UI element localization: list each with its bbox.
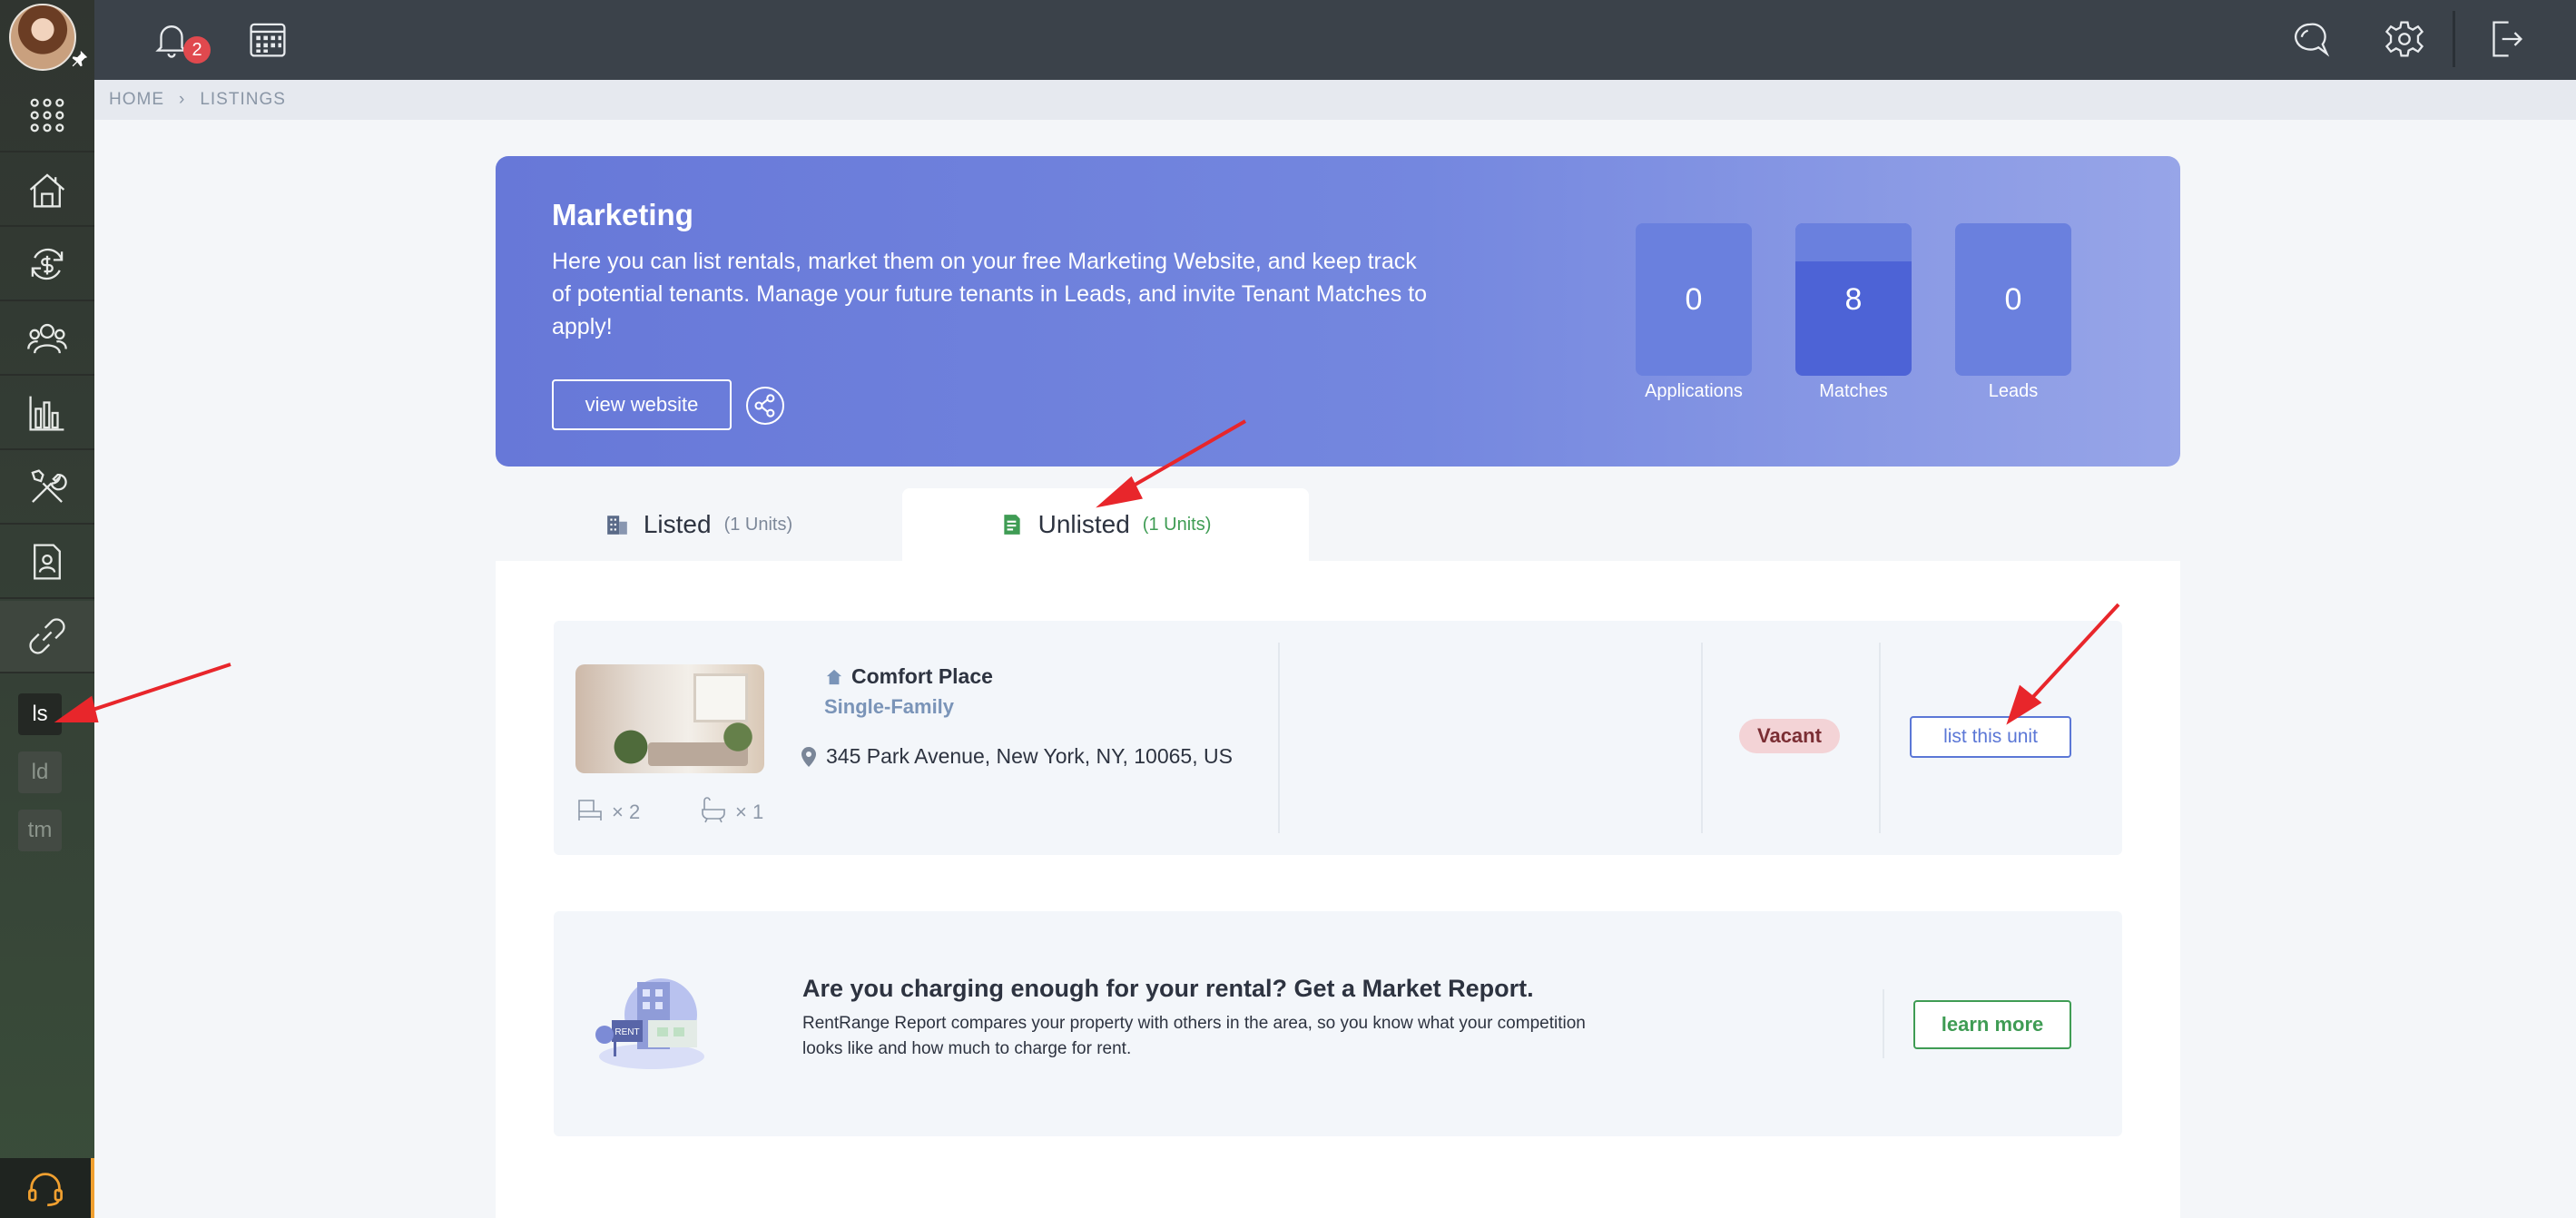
headset-icon — [28, 1173, 63, 1207]
report-description: RentRange Report compares your property … — [802, 1014, 1586, 1058]
support-button[interactable] — [0, 1158, 94, 1218]
document-icon — [1003, 515, 1020, 535]
tab-listed-count: (1 Units) — [723, 514, 793, 535]
mini-tab-ld[interactable]: ld — [18, 751, 62, 793]
mini-tab-tm[interactable]: tm — [18, 810, 62, 851]
column-divider — [1701, 643, 1703, 833]
stat-label: Applications — [1645, 381, 1743, 401]
bedrooms: × 2 — [575, 795, 640, 824]
chat-icon[interactable] — [2284, 13, 2336, 65]
settings-gear-icon[interactable] — [2378, 13, 2431, 65]
tab-unlisted[interactable]: Unlisted (1 Units) — [902, 488, 1309, 561]
stat-value: 8 — [1844, 281, 1863, 317]
banner-title: Marketing — [552, 198, 693, 231]
maintenance-icon[interactable] — [0, 452, 94, 525]
people-icon[interactable] — [0, 303, 94, 376]
property-name[interactable]: Comfort Place — [826, 664, 993, 689]
tab-listed[interactable]: Listed (1 Units) — [496, 488, 902, 561]
bed-icon — [578, 800, 602, 820]
breadcrumb-home[interactable]: HOME — [109, 90, 164, 110]
stat-leads[interactable]: 0 Leads — [1955, 223, 2071, 402]
property-type: Single-Family — [824, 695, 955, 718]
view-website-button[interactable]: view website — [552, 379, 732, 430]
apps-grid-icon[interactable] — [0, 80, 94, 152]
topbar-divider — [2453, 11, 2455, 67]
top-bar: 2 — [94, 0, 2576, 80]
report-title: Are you charging enough for your rental?… — [802, 975, 1534, 1002]
unit-photo[interactable] — [575, 664, 764, 773]
property-address-text: 345 Park Avenue, New York, NY, 10065, US — [826, 744, 1233, 768]
bathrooms: × 1 — [699, 795, 763, 824]
mini-tab-ls[interactable]: ls — [18, 693, 62, 735]
documents-icon[interactable] — [0, 526, 94, 599]
property-address: 345 Park Avenue, New York, NY, 10065, US — [801, 744, 1233, 769]
annotation-arrow-ls — [86, 663, 231, 713]
chevron-right-icon: › — [179, 90, 186, 109]
market-report-illustration: RENT — [595, 978, 704, 1069]
bedroom-count: × 2 — [612, 801, 641, 823]
calendar-icon[interactable] — [241, 13, 294, 65]
building-icon — [607, 516, 627, 535]
stat-value: 0 — [1685, 281, 1703, 317]
tab-unlisted-count: (1 Units) — [1142, 514, 1212, 535]
marketing-banner: Marketing Here you can list rentals, mar… — [496, 156, 2180, 467]
unit-card[interactable]: × 2 × 1 Comfort Place Single-Family 345 … — [554, 621, 2122, 855]
accounting-icon[interactable] — [0, 229, 94, 301]
home-icon — [826, 669, 842, 684]
reports-icon[interactable] — [0, 378, 94, 450]
banner-description: Here you can list rentals, market them o… — [552, 249, 1428, 339]
status-badge: Vacant — [1739, 719, 1840, 753]
rent-sign-text: RENT — [615, 1027, 639, 1037]
share-icon[interactable] — [746, 387, 784, 425]
breadcrumb-current: LISTINGS — [200, 90, 286, 109]
bathtub-icon — [702, 797, 725, 823]
avatar[interactable] — [9, 4, 76, 71]
stat-label: Matches — [1819, 381, 1888, 401]
location-pin-icon — [801, 746, 816, 767]
column-divider — [1883, 989, 1884, 1058]
column-divider — [1879, 643, 1881, 833]
stat-label: Leads — [1988, 381, 2039, 401]
column-divider — [1278, 643, 1280, 833]
property-name-text: Comfort Place — [851, 664, 993, 688]
stat-applications[interactable]: 0 Applications — [1636, 223, 1752, 402]
tab-listed-label: Listed — [643, 510, 712, 538]
tab-unlisted-label: Unlisted — [1037, 510, 1130, 538]
notification-count-badge: 2 — [183, 36, 211, 64]
stat-matches[interactable]: 8 Matches — [1795, 223, 1912, 402]
link-icon[interactable] — [0, 601, 94, 673]
stat-value: 0 — [2004, 281, 2022, 317]
bathroom-count: × 1 — [735, 801, 764, 823]
breadcrumb: HOME › LISTINGS — [94, 80, 2576, 120]
learn-more-button[interactable]: learn more — [1913, 1000, 2071, 1049]
sidebar: ls ld tm — [0, 0, 94, 1218]
properties-icon[interactable] — [0, 154, 94, 227]
logout-icon[interactable] — [2478, 13, 2531, 65]
list-this-unit-button[interactable]: list this unit — [1910, 716, 2071, 758]
market-report-card: RENT Are you charging enough for your re… — [554, 911, 2122, 1136]
pin-icon[interactable] — [69, 49, 89, 74]
